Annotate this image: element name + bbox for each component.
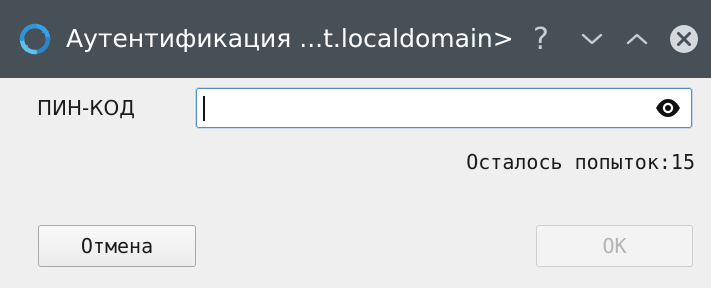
circular-arrows-icon (19, 23, 51, 55)
cancel-button[interactable]: Отмена (38, 225, 196, 267)
minimize-button[interactable] (575, 20, 609, 58)
close-button[interactable] (665, 20, 703, 58)
pin-field[interactable] (196, 88, 692, 128)
chevron-up-icon (626, 33, 648, 45)
pin-label: ПИН-КОД (37, 96, 135, 120)
title-bar[interactable]: Аутентификация ...t.localdomain> ? (0, 0, 711, 78)
maximize-button[interactable] (620, 20, 654, 58)
text-cursor (203, 96, 205, 121)
pin-input[interactable] (203, 93, 647, 125)
ok-button[interactable]: OK (536, 225, 693, 267)
help-button[interactable]: ? (526, 20, 556, 58)
auth-dialog: Аутентификация ...t.localdomain> ? ПИН-К… (0, 0, 711, 288)
attempts-remaining: Осталось попыток:15 (466, 150, 695, 174)
chevron-down-icon (581, 33, 603, 45)
window-title: Аутентификация ...t.localdomain> (66, 24, 514, 53)
eye-icon[interactable] (655, 98, 681, 118)
close-circle-icon (670, 25, 698, 53)
